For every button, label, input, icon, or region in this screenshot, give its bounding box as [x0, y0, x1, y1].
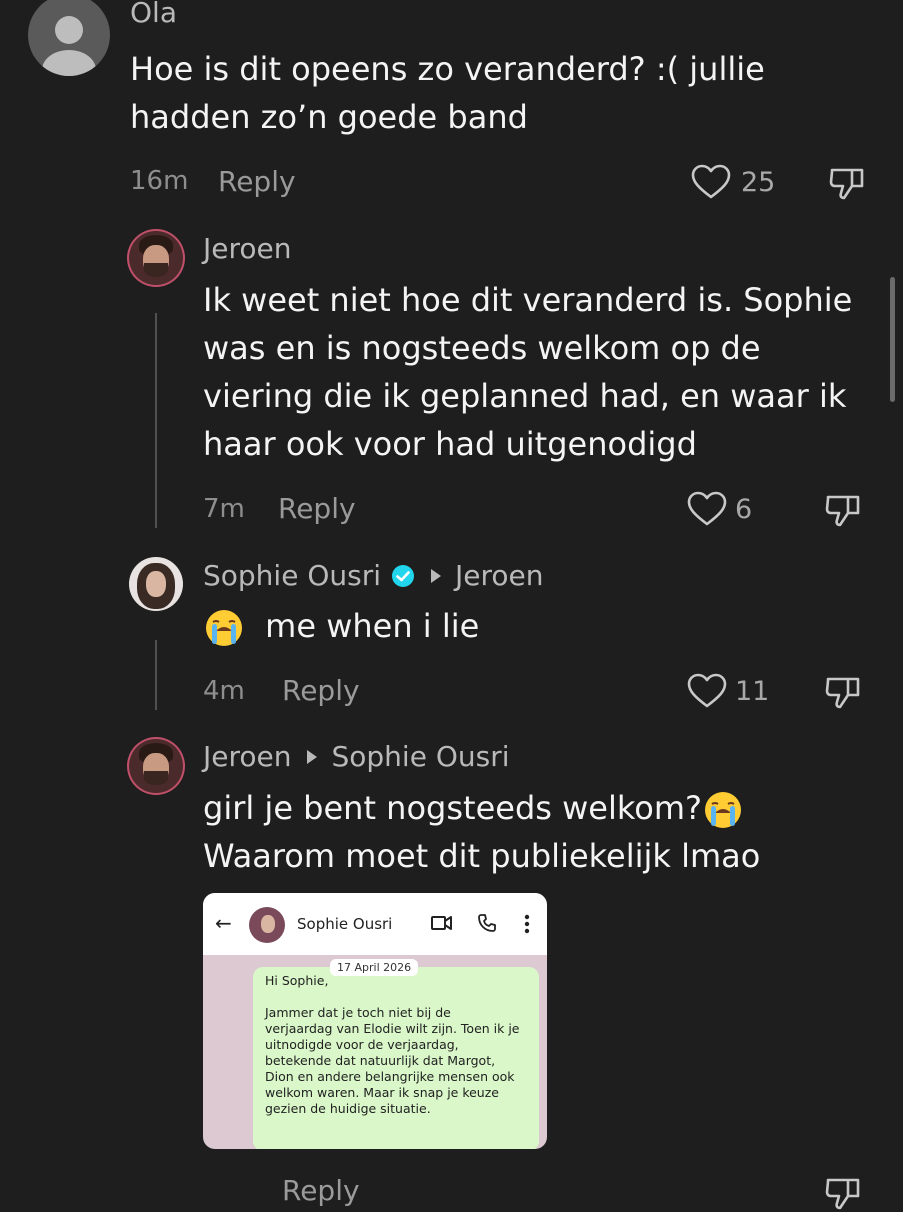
- phone-icon: [478, 914, 496, 932]
- dislike-icon[interactable]: [828, 164, 868, 202]
- avatar-beard: [144, 771, 168, 785]
- avatar-sophie[interactable]: [129, 557, 183, 611]
- reply-button[interactable]: Reply: [278, 492, 356, 525]
- reply-arrow-icon: [307, 749, 318, 764]
- avatar-face: [146, 571, 166, 597]
- comment-author[interactable]: Sophie Ousri: [203, 559, 381, 592]
- chat-contact-name: Sophie Ousri: [297, 915, 393, 933]
- crying-face-emoji: [704, 792, 741, 828]
- scrollbar[interactable]: [890, 277, 895, 402]
- comment-header: Jeroen Sophie Ousri: [203, 740, 509, 773]
- dislike-icon[interactable]: [824, 673, 864, 711]
- reply-button[interactable]: Reply: [282, 674, 360, 707]
- comment-author[interactable]: Jeroen: [203, 740, 291, 773]
- like-count: 25: [741, 167, 776, 198]
- comment-time: 16m: [130, 166, 189, 196]
- attached-screenshot[interactable]: ← Sophie Ousri 17 April 2026 Hi Sophie, …: [203, 893, 547, 1149]
- comment-text: girl je bent nogsteeds welkom? Waarom mo…: [203, 784, 873, 880]
- video-call-icon: [431, 916, 452, 930]
- comment-author[interactable]: Jeroen: [203, 232, 291, 265]
- heart-icon[interactable]: [687, 491, 727, 527]
- avatar-beard: [144, 263, 168, 277]
- crying-face-emoji: [206, 610, 242, 646]
- comment-text: me when i lie: [203, 602, 873, 650]
- comment-author[interactable]: Ola: [130, 0, 177, 29]
- comment-text-body: me when i lie: [265, 607, 480, 645]
- user-placeholder-body: [42, 50, 96, 76]
- like-count: 6: [735, 494, 753, 525]
- dislike-icon[interactable]: [824, 491, 864, 529]
- reply-to-author[interactable]: Jeroen: [455, 559, 543, 592]
- reply-button[interactable]: Reply: [282, 1174, 360, 1207]
- more-options-icon: [524, 914, 530, 934]
- thread-line: [155, 313, 157, 528]
- like-count: 11: [735, 676, 770, 707]
- comment-text-line2: Waarom moet dit publiekelijk lmao: [203, 837, 761, 875]
- comment-time: 7m: [203, 494, 245, 524]
- verified-badge-icon: [392, 564, 414, 587]
- avatar-ola[interactable]: [28, 0, 110, 76]
- comment-header: Sophie Ousri Jeroen: [203, 559, 543, 592]
- chat-contact-avatar: [249, 907, 285, 943]
- avatar-jeroen[interactable]: [129, 231, 183, 285]
- comment-text-line1: girl je bent nogsteeds welkom?: [203, 789, 702, 827]
- comment-text: Hoe is dit opeens zo veranderd? :( julli…: [130, 50, 765, 136]
- comment-time: 4m: [203, 676, 245, 706]
- reply-arrow-icon: [431, 568, 441, 583]
- back-arrow-icon: ←: [215, 911, 232, 935]
- user-placeholder-icon: [55, 16, 83, 44]
- message-text: Hi Sophie, Jammer dat je toch niet bij d…: [265, 973, 520, 1116]
- heart-icon[interactable]: [687, 673, 727, 709]
- dislike-icon[interactable]: [824, 1174, 864, 1212]
- comment-text: Ik weet niet hoe dit veranderd is. Sophi…: [203, 281, 853, 463]
- reply-button[interactable]: Reply: [218, 165, 296, 198]
- avatar-face: [261, 915, 275, 933]
- reply-to-author[interactable]: Sophie Ousri: [331, 740, 509, 773]
- thread-line: [155, 640, 157, 710]
- avatar-jeroen[interactable]: [129, 739, 183, 793]
- heart-icon[interactable]: [691, 164, 731, 200]
